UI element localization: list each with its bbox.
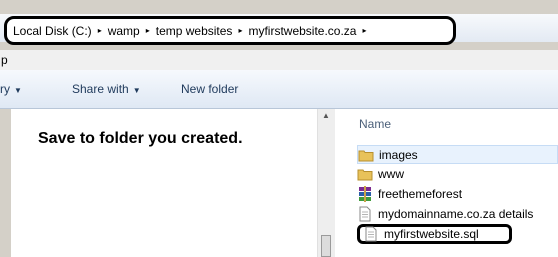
chevron-right-icon[interactable]: ▸ [146,26,150,35]
scroll-thumb[interactable] [321,235,331,257]
folder-icon [357,166,373,182]
chevron-down-icon: ▼ [132,86,141,95]
address-bar: Local Disk (C:) ▸ wamp ▸ temp websites ▸… [0,14,558,45]
list-item[interactable]: images [357,145,558,164]
folder-icon [358,147,374,163]
new-folder-button[interactable]: New folder [181,82,238,96]
breadcrumb-temp-websites[interactable]: temp websites [156,24,233,38]
file-list: images www freethemeforest mydomainname.… [357,145,558,244]
list-item[interactable]: freethemeforest [357,184,558,204]
list-item[interactable]: myfirstwebsite.sql [357,224,512,244]
file-name: myfirstwebsite.sql [384,227,479,241]
scrollbar[interactable]: ▲ [317,109,335,257]
breadcrumb-myfirstwebsite[interactable]: myfirstwebsite.co.za [248,24,356,38]
chevron-down-icon: ▼ [14,86,22,95]
share-with-button[interactable]: Share with ▼ [72,82,141,96]
column-header-name[interactable]: Name [359,117,391,131]
organize-button[interactable]: ry ▼ [0,82,22,96]
toolbar: ry ▼ Share with ▼ New folder [0,70,558,109]
menu-bar: p [0,50,558,70]
scroll-up-icon[interactable]: ▲ [322,111,330,120]
text-document-icon [357,206,373,222]
new-folder-label: New folder [181,82,239,96]
menu-item-partial[interactable]: p [1,53,8,67]
text-document-icon [363,226,379,242]
breadcrumb[interactable]: Local Disk (C:) ▸ wamp ▸ temp websites ▸… [4,16,456,45]
chevron-right-icon[interactable]: ▸ [238,26,242,35]
chevron-right-icon[interactable]: ▸ [98,26,102,35]
file-name: www [378,167,404,181]
list-item[interactable]: mydomainname.co.za details [357,204,558,224]
annotation-text: Save to folder you created. [38,130,243,147]
organize-label: ry [0,82,10,96]
breadcrumb-local-disk[interactable]: Local Disk (C:) [13,24,92,38]
breadcrumb-wamp[interactable]: wamp [108,24,140,38]
file-pane: Name images www freethemeforest mydomain… [335,109,558,257]
winrar-archive-icon [357,186,373,202]
file-name: mydomainname.co.za details [378,207,534,221]
chevron-right-icon[interactable]: ▸ [362,26,366,35]
list-item[interactable]: www [357,164,558,184]
navigation-pane: Save to folder you created. [11,109,317,257]
file-name: images [379,147,418,162]
file-name: freethemeforest [378,187,463,201]
share-with-label: Share with [72,82,129,96]
